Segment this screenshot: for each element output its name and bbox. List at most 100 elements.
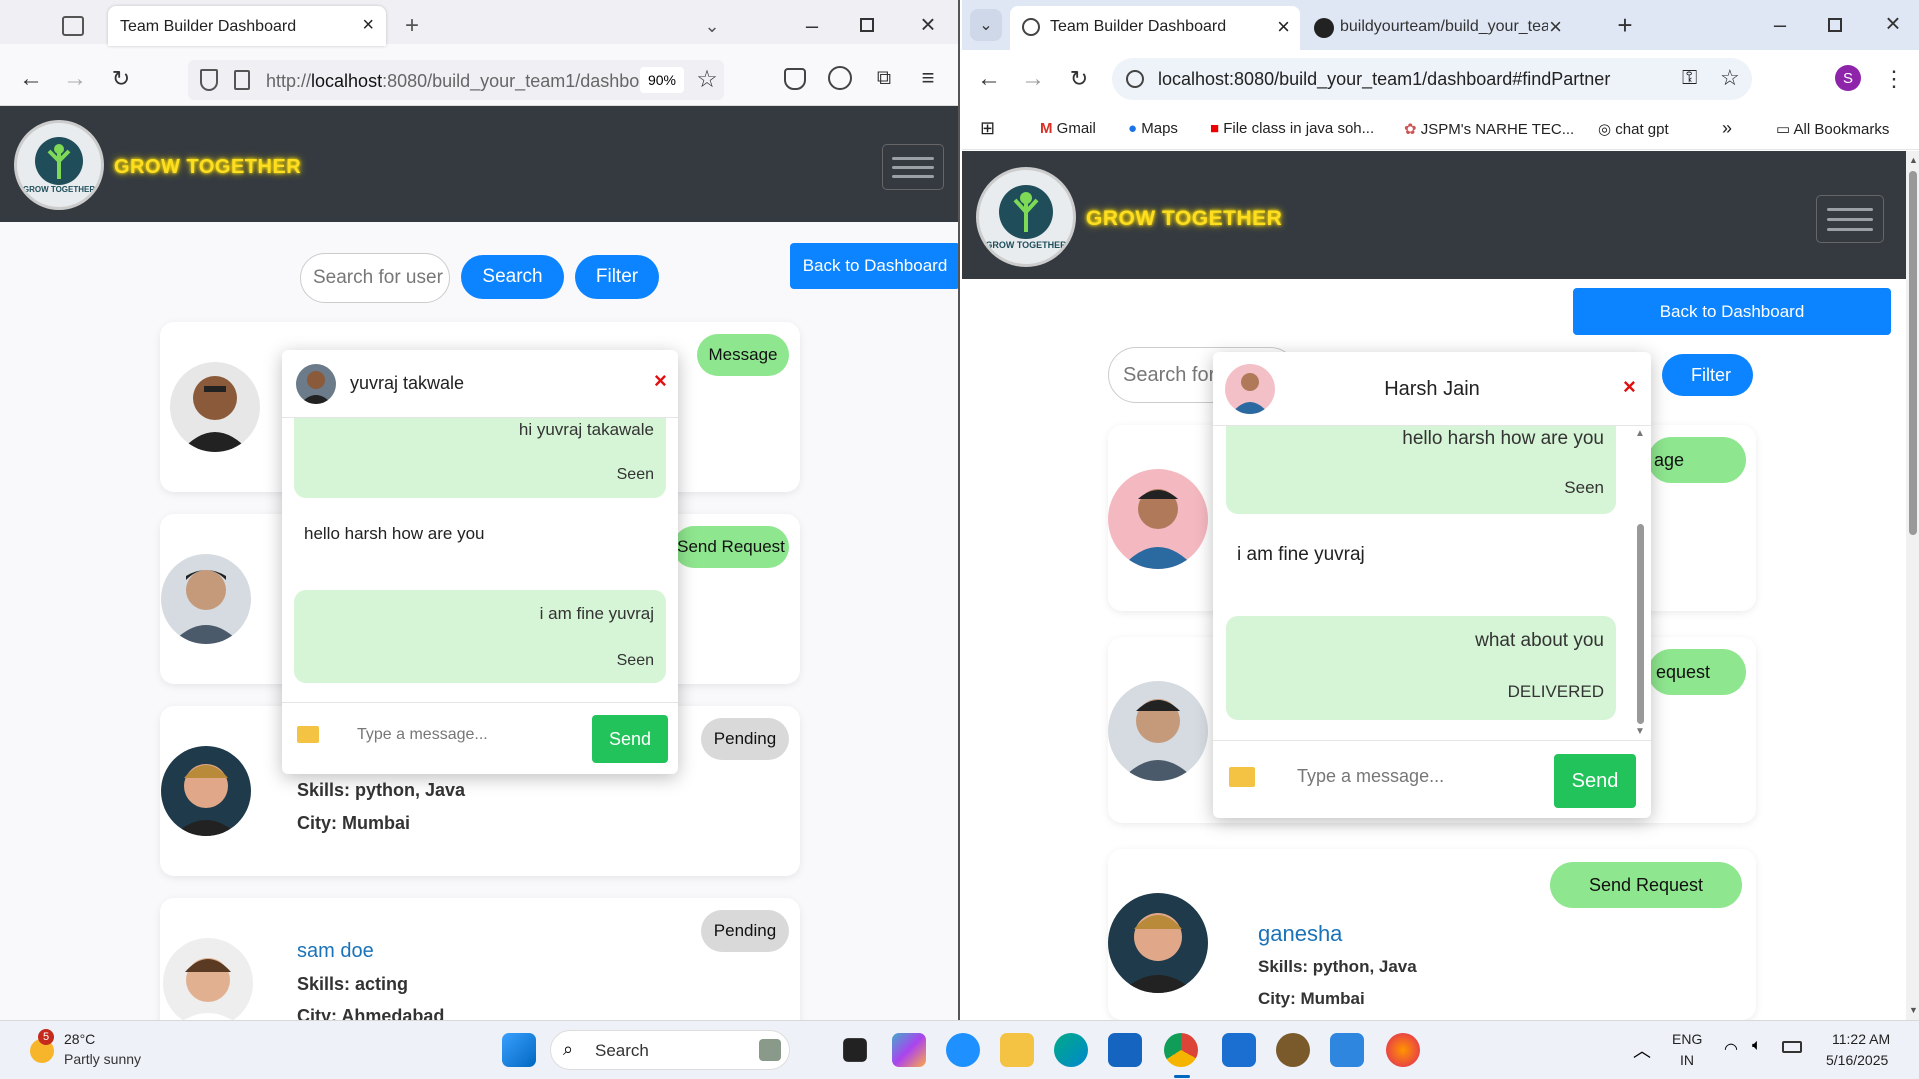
bookmark-file-class[interactable]: ■ File class in java soh... — [1210, 120, 1374, 137]
hamburger-icon[interactable] — [1816, 195, 1884, 243]
edge-icon[interactable] — [1054, 1033, 1088, 1067]
tab-team-builder[interactable]: Team Builder Dashboard × — [108, 6, 386, 46]
search-button[interactable]: Search — [461, 255, 564, 299]
weather-desc[interactable]: Partly sunny — [64, 1051, 141, 1067]
weather-widget[interactable]: 5 — [24, 1029, 54, 1065]
zoom-badge[interactable]: 90% — [640, 67, 684, 93]
attach-folder-icon[interactable] — [1229, 767, 1255, 787]
new-tab-icon[interactable]: + — [400, 12, 424, 39]
file-explorer-icon[interactable] — [1000, 1033, 1034, 1067]
wifi-icon[interactable]: ◠ — [1724, 1039, 1738, 1059]
bookmark-chatgpt[interactable]: ◎ chat gpt — [1598, 120, 1669, 138]
send-request-button[interactable]: Send Request — [1550, 862, 1742, 908]
scroll-down-icon[interactable]: ▼ — [1909, 1005, 1918, 1015]
brand-title[interactable]: GROW TOGETHER — [1086, 207, 1282, 231]
forward-icon[interactable]: → — [62, 65, 88, 92]
send-request-button[interactable]: Send Request — [673, 526, 789, 568]
task-view-icon[interactable] — [843, 1038, 867, 1062]
tab-github[interactable]: buildyourteam/build_your_team × — [1302, 6, 1572, 50]
chrome-icon[interactable] — [1164, 1033, 1198, 1067]
notepad-icon[interactable] — [1330, 1033, 1364, 1067]
url-bar[interactable]: localhost:8080/build_your_team1/dashboar… — [1112, 58, 1752, 100]
volume-icon[interactable]: 🔈︎ — [1752, 1037, 1762, 1055]
back-to-dashboard-button[interactable]: Back to Dashboard — [1573, 288, 1891, 335]
bookmark-star-icon[interactable]: ☆ — [694, 66, 720, 93]
apps-grid-icon[interactable]: ⊞ — [980, 118, 995, 139]
close-window-icon[interactable]: × — [1880, 8, 1906, 38]
page-scrollbar[interactable]: ▲ ▼ — [1906, 151, 1919, 1020]
scroll-up-icon[interactable]: ▲ — [1635, 428, 1645, 439]
profile-avatar[interactable]: S — [1835, 65, 1861, 91]
user-name[interactable]: sam doe — [297, 940, 374, 963]
tab-team-builder[interactable]: Team Builder Dashboard × — [1010, 6, 1300, 50]
reload-icon[interactable]: ↻ — [1066, 66, 1092, 92]
bookmark-gmail[interactable]: M Gmail — [1040, 120, 1096, 137]
menu-icon[interactable]: ≡ — [916, 65, 940, 90]
chat-close-icon[interactable]: × — [654, 368, 667, 394]
clock-date[interactable]: 5/16/2025 — [1826, 1052, 1888, 1068]
close-window-icon[interactable]: × — [916, 9, 940, 39]
chat-send-button[interactable]: Send — [1554, 754, 1636, 808]
scroll-up-icon[interactable]: ▲ — [1909, 155, 1918, 165]
filter-button[interactable]: Filter — [575, 255, 659, 299]
tab-close-icon[interactable]: × — [1277, 14, 1290, 40]
clock-time[interactable]: 11:22 AM — [1832, 1031, 1890, 1047]
search-input[interactable]: Search for user — [300, 253, 450, 303]
attach-folder-icon[interactable] — [297, 726, 319, 743]
bookmark-jspm[interactable]: ✿ JSPM's NARHE TEC... — [1404, 120, 1574, 138]
site-info-icon[interactable] — [1126, 70, 1144, 88]
back-icon[interactable]: ← — [976, 65, 1002, 92]
user-name[interactable]: ganesha — [1258, 921, 1342, 947]
more-bookmarks-icon[interactable]: » — [1722, 118, 1732, 139]
hamburger-icon[interactable] — [882, 144, 944, 190]
bookmark-star-icon[interactable]: ☆ — [1720, 65, 1740, 91]
password-key-icon[interactable]: ⚿ — [1682, 67, 1697, 90]
back-to-dashboard-button[interactable]: Back to Dashboard — [790, 243, 958, 289]
chat-message-input[interactable]: Type a message... — [1297, 766, 1444, 787]
chevron-down-icon[interactable]: ⌄ — [700, 14, 724, 38]
chat-close-icon[interactable]: × — [1623, 374, 1636, 400]
scroll-thumb[interactable] — [1637, 524, 1644, 724]
tab-overview-icon[interactable] — [62, 16, 84, 36]
filter-button[interactable]: Filter — [1669, 354, 1753, 396]
send-request-button[interactable]: equest — [1648, 649, 1746, 695]
back-icon[interactable]: ← — [18, 65, 44, 92]
logo[interactable]: GROW TOGETHER — [976, 167, 1076, 267]
chat-send-button[interactable]: Send — [592, 715, 668, 763]
taskbar-search[interactable]: ⌕ Search — [550, 1030, 790, 1070]
scroll-thumb[interactable] — [1909, 171, 1917, 535]
scroll-down-icon[interactable]: ▼ — [1635, 726, 1645, 737]
battery-icon[interactable] — [1782, 1041, 1802, 1053]
tab-search-icon[interactable]: ⌄ — [970, 9, 1002, 41]
copilot-icon[interactable] — [892, 1033, 926, 1067]
weather-temp[interactable]: 28°C — [64, 1031, 95, 1047]
chat-message-input[interactable]: Type a message... — [357, 726, 488, 744]
account-icon[interactable] — [828, 66, 852, 90]
all-bookmarks[interactable]: ▭ All Bookmarks — [1776, 120, 1889, 138]
logo[interactable]: GROW TOGETHER — [14, 120, 104, 210]
windows-start-icon[interactable] — [502, 1033, 536, 1067]
more-menu-icon[interactable]: ⋮ — [1883, 66, 1905, 92]
region-label[interactable]: IN — [1680, 1052, 1694, 1068]
pocket-icon[interactable] — [784, 68, 806, 90]
shield-icon[interactable] — [200, 69, 218, 91]
chevron-up-icon[interactable]: ︿ — [1633, 1037, 1651, 1063]
forward-icon[interactable]: → — [1020, 65, 1046, 92]
bookmark-maps[interactable]: ● Maps — [1128, 120, 1178, 137]
new-tab-icon[interactable]: + — [1612, 10, 1638, 40]
maximize-icon[interactable] — [860, 18, 874, 32]
tab-close-icon[interactable]: × — [362, 14, 374, 37]
message-button[interactable]: Message — [697, 334, 789, 376]
widgets-icon[interactable] — [946, 1033, 980, 1067]
brand-title[interactable]: GROW TOGETHER — [114, 156, 301, 179]
mysql-workbench-icon[interactable] — [1222, 1033, 1256, 1067]
app-icon[interactable] — [1276, 1033, 1310, 1067]
minimize-icon[interactable]: – — [1767, 12, 1793, 38]
reload-icon[interactable]: ↻ — [108, 66, 134, 92]
tab-close-icon[interactable]: × — [1549, 14, 1562, 40]
firefox-icon[interactable] — [1386, 1033, 1420, 1067]
maximize-icon[interactable] — [1828, 18, 1842, 32]
chat-scrollbar[interactable]: ▲ ▼ — [1633, 426, 1647, 740]
minimize-icon[interactable]: – — [800, 13, 824, 38]
store-icon[interactable] — [1108, 1033, 1142, 1067]
